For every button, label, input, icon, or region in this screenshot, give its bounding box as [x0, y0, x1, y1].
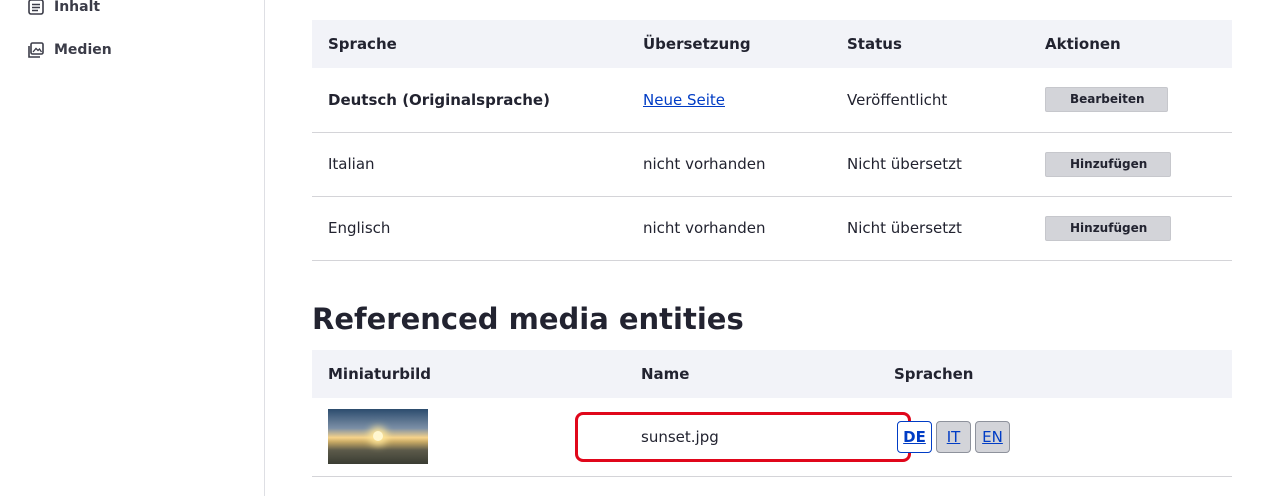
thumbnail-image [328, 409, 428, 465]
translation-cell: Neue Seite [627, 68, 831, 133]
column-header: Miniaturbild [312, 350, 625, 398]
section-title: Referenced media entities [312, 302, 744, 336]
sidebar: Inhalt Medien [0, 0, 265, 496]
language-link-en[interactable]: EN [975, 421, 1010, 453]
status-cell: Veröffentlicht [831, 68, 1029, 133]
sun-graphic [373, 431, 383, 442]
column-header: Übersetzung [627, 20, 831, 68]
action-cell: Hinzufügen [1029, 196, 1232, 261]
translations-table: Sprache Übersetzung Status Aktionen Deut… [312, 20, 1232, 261]
sidebar-item-label: Medien [54, 42, 112, 58]
translation-link[interactable]: Neue Seite [643, 91, 725, 109]
edit-button[interactable]: Bearbeiten [1045, 87, 1168, 113]
language-link-de[interactable]: DE [897, 421, 932, 453]
table-row: Italian nicht vorhanden Nicht übersetzt … [312, 132, 1232, 197]
translation-cell: nicht vorhanden [627, 196, 831, 261]
column-header: Sprachen [878, 350, 1232, 398]
add-translation-button[interactable]: Hinzufügen [1045, 151, 1172, 177]
languages-highlight [575, 412, 911, 462]
column-header: Aktionen [1029, 20, 1232, 68]
language-cell: Englisch [312, 196, 627, 261]
sidebar-item-content[interactable]: Inhalt [27, 0, 100, 16]
status-cell: Nicht übersetzt [831, 196, 1029, 261]
column-header: Name [625, 350, 878, 398]
sidebar-item-label: Inhalt [54, 0, 101, 15]
language-link-it[interactable]: IT [936, 421, 971, 453]
language-cell: Deutsch (Originalsprache) [312, 68, 627, 133]
language-cell: Italian [312, 132, 627, 197]
status-cell: Nicht übersetzt [831, 132, 1029, 197]
sidebar-item-media[interactable]: Medien [27, 41, 112, 59]
table-header-row: Miniaturbild Name Sprachen [312, 350, 1232, 398]
action-cell: Hinzufügen [1029, 132, 1232, 197]
table-row: Deutsch (Originalsprache) Neue Seite Ver… [312, 68, 1232, 133]
content-icon [27, 0, 45, 16]
add-translation-button[interactable]: Hinzufügen [1045, 215, 1172, 241]
table-header-row: Sprache Übersetzung Status Aktionen [312, 20, 1232, 68]
column-header: Status [831, 20, 1029, 68]
table-row: Englisch nicht vorhanden Nicht übersetzt… [312, 196, 1232, 261]
media-icon [27, 41, 45, 59]
translation-cell: nicht vorhanden [627, 132, 831, 197]
column-header: Sprache [312, 20, 627, 68]
action-cell: Bearbeiten [1029, 68, 1232, 133]
